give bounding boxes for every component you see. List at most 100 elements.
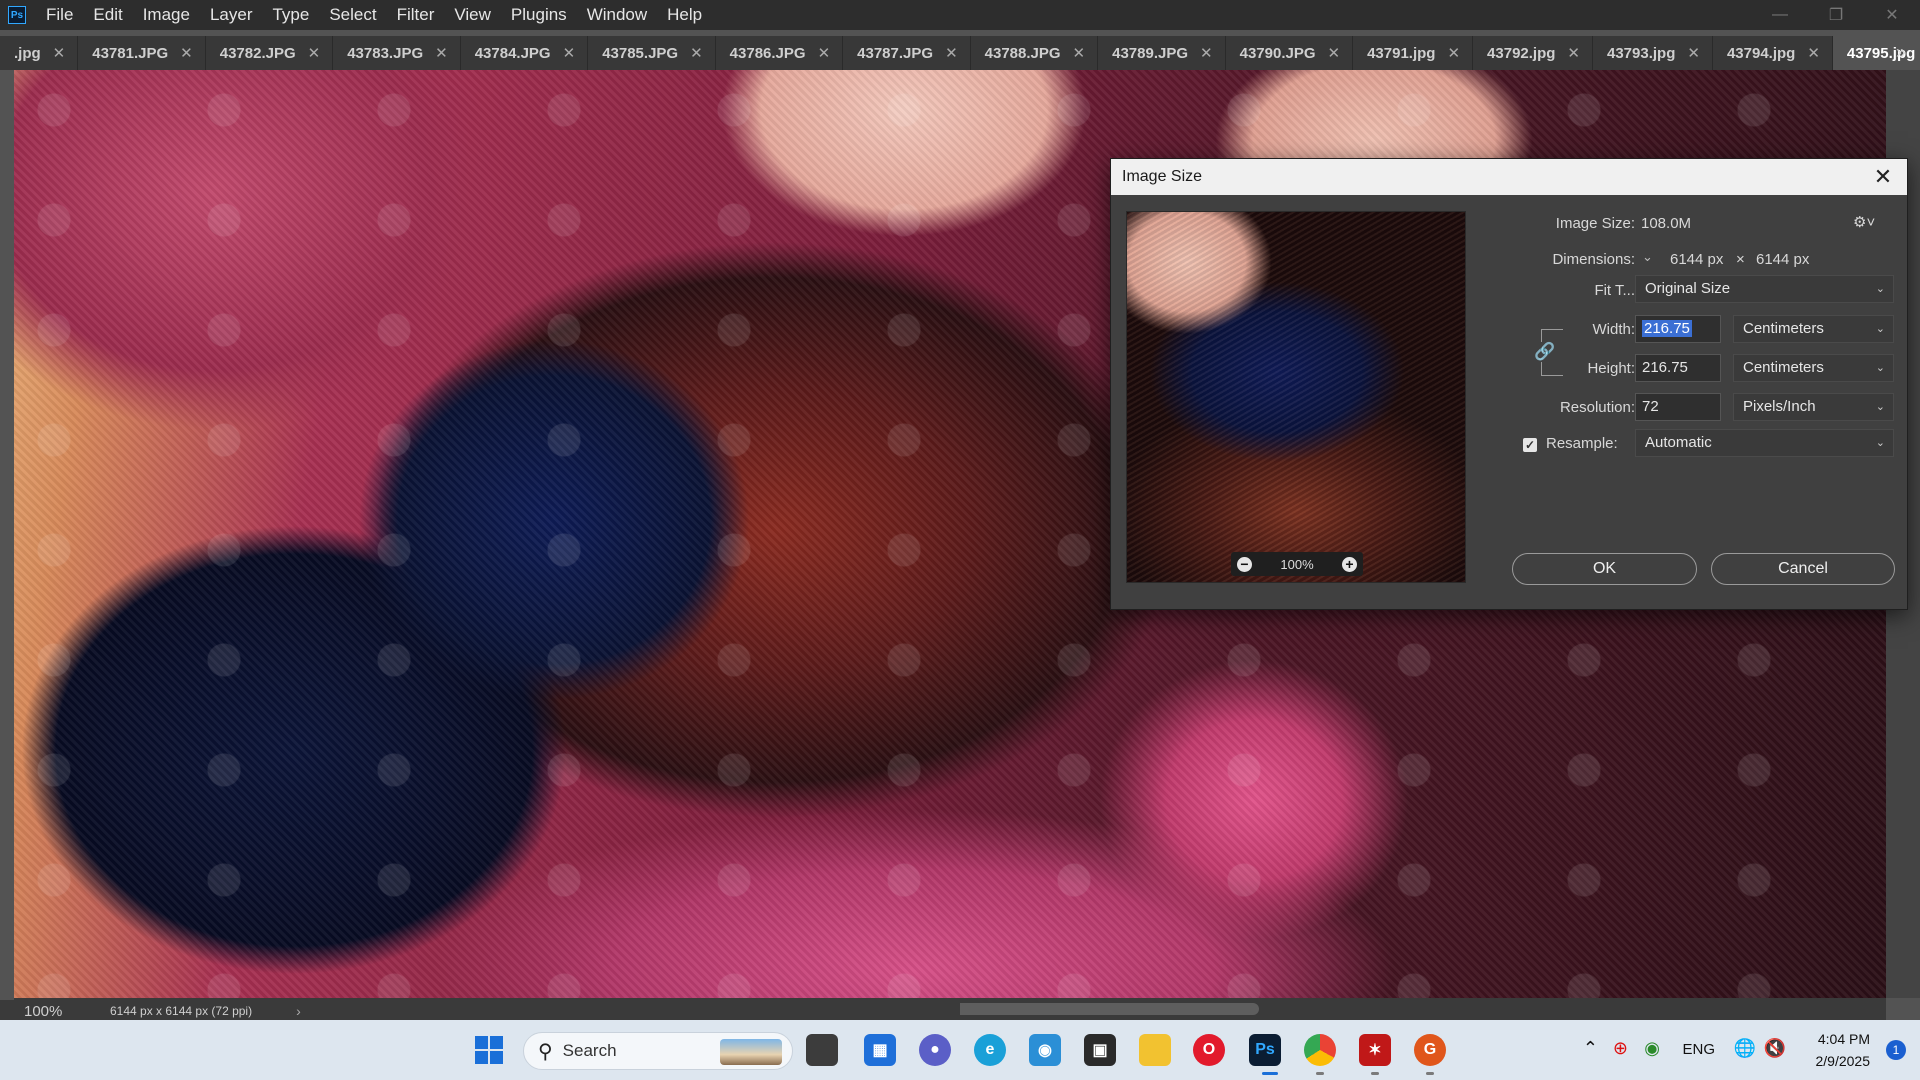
globe-icon[interactable]: 🌐 xyxy=(1734,1038,1756,1059)
widgets-icon[interactable]: ▦ xyxy=(864,1034,896,1066)
height-value: 216.75 xyxy=(1642,359,1688,376)
chat-icon[interactable]: ● xyxy=(919,1034,951,1066)
document-tab[interactable]: 43787.JPG ✕ xyxy=(843,36,971,70)
menu-view[interactable]: View xyxy=(444,0,501,30)
ok-button[interactable]: OK xyxy=(1512,553,1697,585)
close-tab-icon[interactable]: ✕ xyxy=(945,44,958,62)
menu-image[interactable]: Image xyxy=(133,0,200,30)
resolution-input[interactable]: 72 xyxy=(1635,393,1721,421)
tab-overflow-icon[interactable]: » xyxy=(1896,42,1906,63)
chrome-icon[interactable] xyxy=(1304,1034,1336,1066)
document-tab[interactable]: .jpg ✕ xyxy=(0,36,79,70)
edge-browser-icon[interactable]: e xyxy=(974,1034,1006,1066)
windows-start-icon[interactable] xyxy=(475,1036,503,1064)
restore-icon[interactable]: ❐ xyxy=(1808,0,1864,30)
menu-file[interactable]: File xyxy=(36,0,83,30)
photoshop-active-indicator xyxy=(1262,1072,1278,1075)
zoom-level[interactable]: 100% xyxy=(0,1003,70,1020)
language-indicator[interactable]: ENG xyxy=(1682,1041,1715,1058)
horizontal-scroll-thumb[interactable] xyxy=(954,1003,1259,1015)
dimension-height: 6144 px xyxy=(1756,251,1810,268)
gear-icon[interactable]: ⚙˅ xyxy=(1853,213,1875,231)
task-view-icon[interactable] xyxy=(806,1034,838,1066)
document-tab[interactable]: 43785.JPG ✕ xyxy=(588,36,716,70)
chevron-up-icon[interactable]: ⌃ xyxy=(1583,1038,1598,1059)
close-tab-icon[interactable]: ✕ xyxy=(563,44,576,62)
opera-icon[interactable]: O xyxy=(1193,1034,1225,1066)
tray-app-icon[interactable]: ⊕ xyxy=(1613,1038,1628,1059)
menu-select[interactable]: Select xyxy=(319,0,386,30)
document-tab[interactable]: 43794.jpg ✕ xyxy=(1713,36,1833,70)
document-tab[interactable]: 43792.jpg ✕ xyxy=(1473,36,1593,70)
tab-label: 43790.JPG xyxy=(1239,44,1316,62)
document-tab[interactable]: 43791.jpg ✕ xyxy=(1353,36,1474,70)
menu-help[interactable]: Help xyxy=(657,0,712,30)
resample-select[interactable]: Automatic ⌄ xyxy=(1635,429,1894,457)
close-tab-icon[interactable]: ✕ xyxy=(1807,44,1820,62)
menu-window[interactable]: Window xyxy=(577,0,657,30)
resolution-unit-select[interactable]: Pixels/Inch ⌄ xyxy=(1733,393,1894,421)
link-icon[interactable]: 🔗 xyxy=(1534,342,1556,362)
app-red-icon[interactable]: ✶ xyxy=(1359,1034,1391,1066)
close-icon[interactable]: ✕ xyxy=(1869,163,1897,191)
notification-badge[interactable]: 1 xyxy=(1886,1040,1906,1060)
tab-label: 43784.JPG xyxy=(474,44,551,62)
document-tab[interactable]: 43788.JPG ✕ xyxy=(971,36,1099,70)
document-tab[interactable]: 43784.JPG ✕ xyxy=(461,36,589,70)
volume-muted-icon[interactable]: 🔇 xyxy=(1764,1038,1786,1059)
menu-type[interactable]: Type xyxy=(262,0,319,30)
tab-label: .jpg xyxy=(14,44,41,62)
menu-edit[interactable]: Edit xyxy=(83,0,132,30)
close-tab-icon[interactable]: ✕ xyxy=(690,44,703,62)
close-tab-icon[interactable]: ✕ xyxy=(435,44,448,62)
close-tab-icon[interactable]: ✕ xyxy=(180,44,193,62)
close-tab-icon[interactable]: ✕ xyxy=(1687,44,1700,62)
cancel-button[interactable]: Cancel xyxy=(1711,553,1895,585)
close-tab-icon[interactable]: ✕ xyxy=(1073,44,1086,62)
document-tab[interactable]: 43793.jpg ✕ xyxy=(1593,36,1713,70)
close-tab-icon[interactable]: ✕ xyxy=(53,44,66,62)
status-bar: 100% 6144 px x 6144 px (72 ppi) › xyxy=(0,1000,960,1022)
document-tab[interactable]: 43789.JPG ✕ xyxy=(1098,36,1226,70)
close-tab-icon[interactable]: ✕ xyxy=(1567,44,1580,62)
width-unit-select[interactable]: Centimeters ⌄ xyxy=(1733,315,1894,343)
fit-to-select[interactable]: Original Size ⌄ xyxy=(1635,275,1894,303)
menu-plugins[interactable]: Plugins xyxy=(501,0,577,30)
close-tab-icon[interactable]: ✕ xyxy=(308,44,321,62)
height-input[interactable]: 216.75 xyxy=(1635,354,1721,382)
menu-layer[interactable]: Layer xyxy=(200,0,263,30)
document-tab[interactable]: 43782.JPG ✕ xyxy=(206,36,334,70)
close-tab-icon[interactable]: ✕ xyxy=(818,44,831,62)
status-arrow-icon[interactable]: › xyxy=(296,1003,301,1019)
app-g-icon[interactable]: G xyxy=(1414,1034,1446,1066)
resample-checkbox[interactable]: ✓ xyxy=(1523,438,1537,452)
zoom-out-icon[interactable]: − xyxy=(1237,556,1252,572)
menu-filter[interactable]: Filter xyxy=(387,0,445,30)
width-input[interactable]: 216.75 xyxy=(1635,315,1721,343)
file-explorer-icon[interactable] xyxy=(1139,1034,1171,1066)
taskbar-search[interactable]: ⚲ Search xyxy=(523,1032,793,1070)
chevron-down-icon: ⌄ xyxy=(1875,437,1885,449)
document-tab[interactable]: 43786.JPG ✕ xyxy=(716,36,844,70)
document-tab[interactable]: 43790.JPG ✕ xyxy=(1226,36,1354,70)
photoshop-taskbar-icon[interactable]: Ps xyxy=(1249,1034,1281,1066)
tab-label: 43794.jpg xyxy=(1726,44,1796,62)
close-tab-icon[interactable]: ✕ xyxy=(1200,44,1213,62)
store-icon[interactable]: ▣ xyxy=(1084,1034,1116,1066)
document-tab[interactable]: 43783.JPG ✕ xyxy=(333,36,461,70)
minimize-icon[interactable]: — xyxy=(1752,0,1808,30)
search-highlight-image xyxy=(720,1039,782,1065)
image-preview[interactable]: − 100% + xyxy=(1126,211,1466,583)
clock[interactable]: 4:04 PM 2/9/2025 xyxy=(1816,1028,1871,1072)
document-tab-active[interactable]: 43795.jpg @ 100% (RGB/8#)✕ xyxy=(1832,36,1920,70)
close-window-icon[interactable]: ✕ xyxy=(1864,0,1920,30)
document-tab[interactable]: 43781.JPG ✕ xyxy=(78,36,206,70)
tab-label: 43783.JPG xyxy=(347,44,424,62)
tray-network-app-icon[interactable]: ◉ xyxy=(1644,1038,1660,1059)
dimensions-dropdown-icon[interactable]: ⌄ xyxy=(1642,249,1653,265)
close-tab-icon[interactable]: ✕ xyxy=(1447,44,1460,62)
photos-icon[interactable]: ◉ xyxy=(1029,1034,1061,1066)
zoom-in-icon[interactable]: + xyxy=(1342,556,1357,572)
height-unit-select[interactable]: Centimeters ⌄ xyxy=(1733,354,1894,382)
close-tab-icon[interactable]: ✕ xyxy=(1328,44,1341,62)
